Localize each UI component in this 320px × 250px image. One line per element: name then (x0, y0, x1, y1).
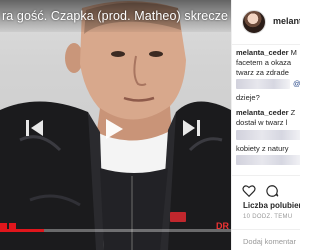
heart-icon[interactable] (242, 184, 256, 198)
video-title: ra gość. Czapka (prod. Matheo) skrecze d… (2, 9, 231, 23)
next-icon[interactable] (180, 118, 202, 138)
video-player[interactable]: ra gość. Czapka (prod. Matheo) skrecze d… (0, 0, 231, 250)
comment-line-6: dostał w twarz l (236, 118, 288, 127)
comment-line-2: facetem a okaza (236, 58, 292, 67)
header-username[interactable]: melanta (273, 16, 300, 26)
likes-count[interactable]: Liczba polubień (243, 201, 300, 210)
blurred-comment-text (236, 130, 300, 140)
video-progress-fill (0, 229, 44, 232)
prev-icon[interactable] (24, 118, 46, 138)
post-side-panel: melanta melanta_ceder M facetem a okaza … (231, 0, 300, 250)
avatar[interactable] (242, 10, 266, 34)
comment-line-7: kobiety z natury (236, 144, 289, 153)
blurred-comment-text (236, 79, 290, 89)
comment-line-1: melanta_ceder M (236, 48, 297, 57)
add-comment-field[interactable]: Dodaj komentar (232, 229, 300, 250)
comment-line-5: melanta_ceder Z (236, 108, 295, 117)
play-icon[interactable] (103, 117, 125, 141)
comment-text: Z (290, 108, 296, 117)
comment-line-3: twarz za zdrade (236, 68, 289, 77)
comment-author[interactable]: melanta_ceder (236, 48, 289, 57)
blurred-comment-text (236, 155, 300, 165)
comment-line-4: dzieje? (236, 93, 260, 102)
comment-author[interactable]: melanta_ceder (236, 108, 289, 117)
video-progress-bar[interactable] (0, 229, 231, 232)
comment-mention[interactable]: @r (293, 79, 300, 88)
post-header: melanta (232, 0, 300, 45)
comment-text: M (290, 48, 297, 57)
post-date: 10 DODZ. TEMU (243, 214, 293, 220)
post-actions (232, 175, 300, 199)
comment-icon[interactable] (265, 184, 279, 198)
add-comment-placeholder: Dodaj komentar (243, 237, 296, 246)
